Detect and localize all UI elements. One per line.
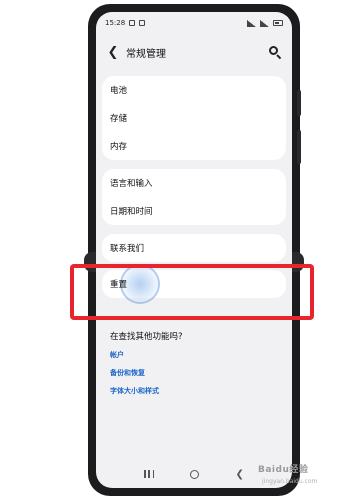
settings-item-storage[interactable]: 存储 bbox=[102, 104, 286, 132]
link-font-size-style[interactable]: 字体大小和样式 bbox=[110, 386, 159, 396]
highlight-box bbox=[70, 264, 314, 320]
page-title: 常规管理 bbox=[126, 48, 166, 60]
phone-screen: 15:28 ❮ 常规管理 电池 存储 内存 语言和输入 日期和时间 联系我们 重… bbox=[96, 12, 292, 488]
photo-notification-icon bbox=[129, 20, 136, 26]
watermark-logo: Baidu经验 bbox=[258, 465, 309, 475]
settings-item-label: 重置 bbox=[110, 280, 128, 290]
status-bar: 15:28 bbox=[96, 12, 292, 34]
settings-item-label: 日期和时间 bbox=[110, 207, 153, 217]
volume-button bbox=[297, 90, 301, 116]
power-button bbox=[297, 130, 301, 164]
settings-group-language: 语言和输入 日期和时间 bbox=[102, 169, 286, 225]
settings-item-language-input[interactable]: 语言和输入 bbox=[102, 169, 286, 197]
recent-apps-icon[interactable] bbox=[144, 470, 155, 478]
search-icon[interactable] bbox=[268, 45, 282, 60]
section-title: 在查找其他功能吗? bbox=[110, 332, 183, 342]
link-backup-restore[interactable]: 备份和恢复 bbox=[110, 368, 145, 378]
message-notification-icon bbox=[139, 20, 146, 26]
settings-item-battery[interactable]: 电池 bbox=[102, 76, 286, 104]
settings-item-label: 联系我们 bbox=[110, 244, 145, 254]
battery-icon bbox=[273, 20, 283, 26]
back-arrow-icon[interactable]: ❮ bbox=[106, 45, 120, 60]
settings-item-label: 存储 bbox=[110, 114, 128, 124]
settings-group-contact: 联系我们 bbox=[102, 234, 286, 262]
settings-item-label: 内存 bbox=[110, 142, 128, 152]
wifi-icon bbox=[247, 19, 256, 27]
app-bar: ❮ 常规管理 bbox=[96, 38, 292, 66]
watermark-url: jingyan.baidu.com bbox=[262, 478, 318, 485]
settings-item-memory[interactable]: 内存 bbox=[102, 132, 286, 160]
settings-item-date-time[interactable]: 日期和时间 bbox=[102, 197, 286, 225]
nav-back-icon[interactable]: ❮ bbox=[236, 469, 244, 480]
link-account[interactable]: 帐户 bbox=[110, 350, 124, 360]
settings-group-storage: 电池 存储 内存 bbox=[102, 76, 286, 160]
settings-item-label: 语言和输入 bbox=[110, 179, 153, 189]
status-time: 15:28 bbox=[105, 19, 126, 27]
settings-item-contact-us[interactable]: 联系我们 bbox=[102, 234, 286, 262]
signal-icon bbox=[260, 19, 269, 27]
settings-item-label: 电池 bbox=[110, 86, 128, 96]
home-icon[interactable] bbox=[190, 469, 200, 479]
